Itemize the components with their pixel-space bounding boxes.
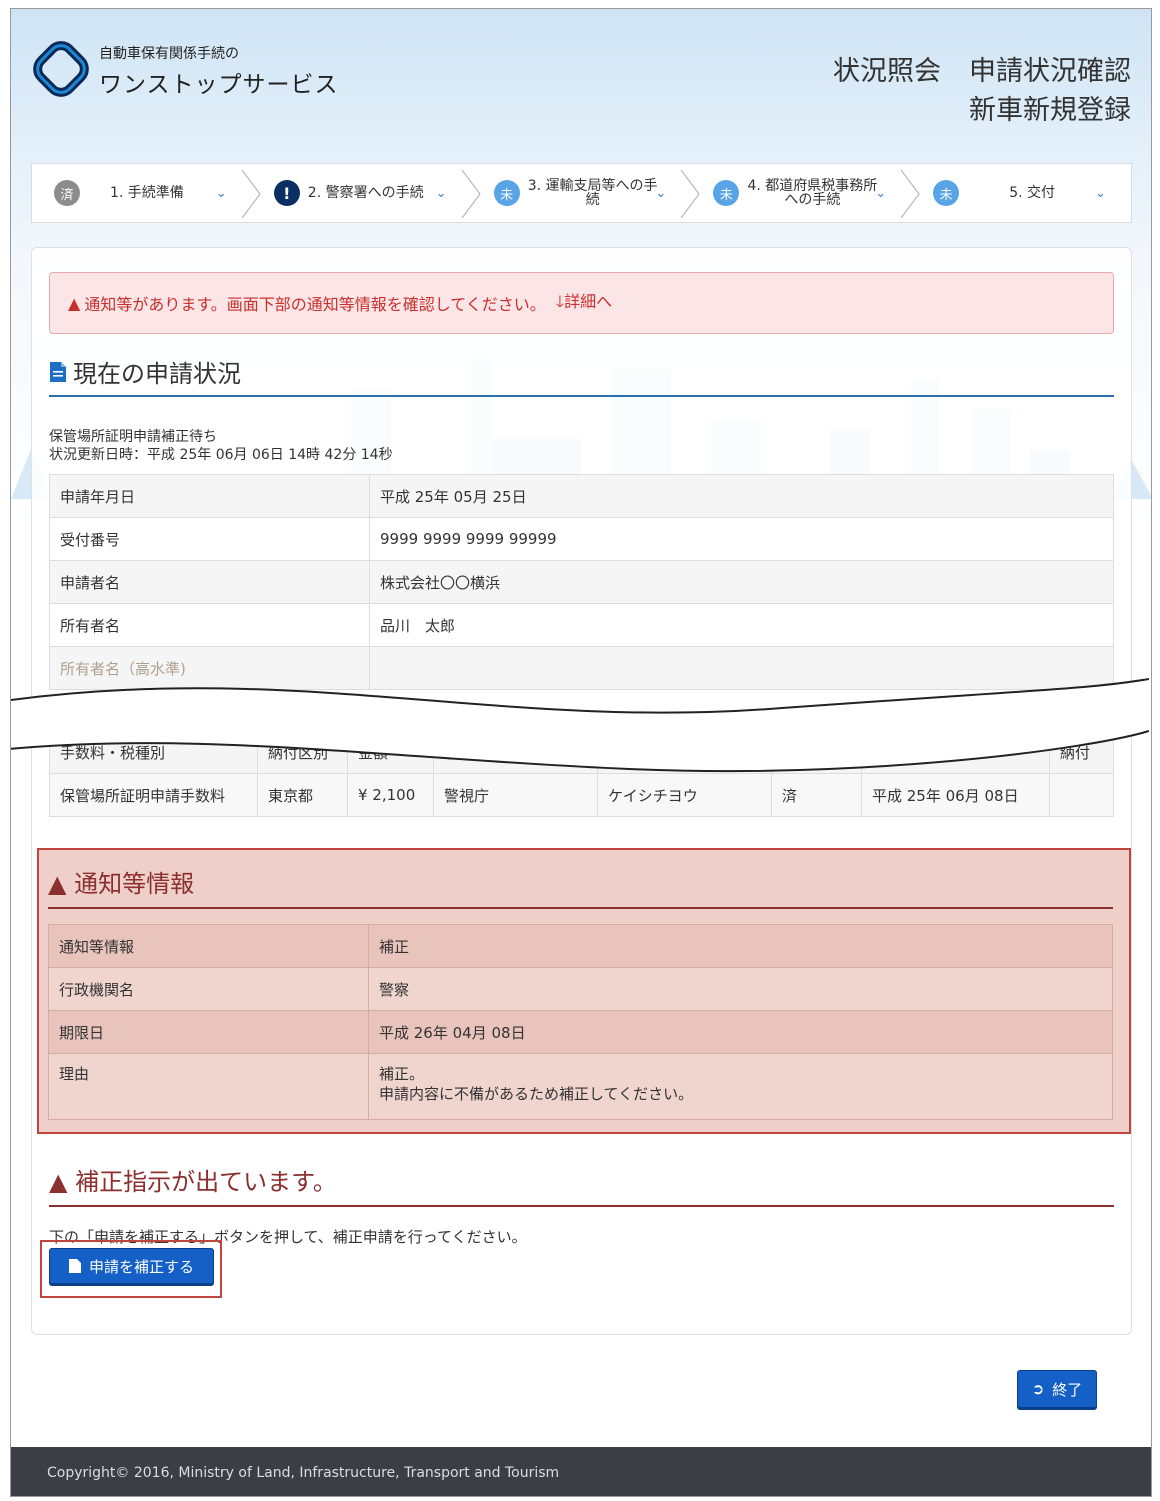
step-label: 1. 手続準備 <box>110 185 184 201</box>
document-icon <box>50 361 66 382</box>
row-key: 所有者名 <box>49 603 370 647</box>
alert-badge-icon: ! <box>273 180 300 206</box>
step-label: 3. 運輸支局等への手続 <box>527 178 658 208</box>
table-row: 所有者名 品川 太郎 <box>49 603 1114 647</box>
row-key: 期限日 <box>48 1010 369 1054</box>
current-status-heading: 現在の申請状況 <box>49 354 1114 397</box>
chevron-down-icon: ⌄ <box>1094 186 1106 201</box>
brand-logo-icon <box>33 41 89 97</box>
end-button-label: 終了 <box>1052 1380 1083 1399</box>
table-row: 申請年月日 平成 25年 05月 25日 <box>49 474 1114 518</box>
alert-message: 通知等があります。画面下部の通知等情報を確認してください。 <box>84 295 546 314</box>
warning-icon: ▲ <box>49 1168 68 1196</box>
row-key: 受付番号 <box>49 517 370 561</box>
table-row: 通知等情報 補正 <box>48 924 1113 968</box>
chevron-down-icon: ⌄ <box>875 186 887 201</box>
fee-cell: 平成 25年 06月 08日 <box>861 773 1050 817</box>
notice-heading: ▲ 通知等情報 <box>48 864 1113 909</box>
row-value: 株式会社〇〇横浜 <box>369 560 1114 604</box>
chevron-down-icon: ⌄ <box>435 186 447 201</box>
notice-title: 通知等情報 <box>74 870 195 898</box>
warning-icon: ▲ <box>48 870 67 898</box>
page-header: 状況照会 申請状況確認 新車新規登録 <box>833 49 1131 127</box>
status-updated: 状況更新日時：平成 25年 06月 06日 14時 42分 14秒 <box>49 447 393 463</box>
header-status: 状況照会 <box>833 56 941 87</box>
fee-row: 保管場所証明申請手数料 東京都 ¥ 2,100 警視庁 ケイシチヨウ 済 平成 … <box>49 773 1114 817</box>
notice-table: 通知等情報 補正 行政機関名 警察 期限日 平成 26年 04月 08日 理由 補正。… <box>48 924 1113 1120</box>
table-row: 期限日 平成 26年 04月 08日 <box>48 1010 1113 1054</box>
correction-heading: ▲ 補正指示が出ています。 <box>49 1162 1114 1207</box>
chevron-down-icon: ⌄ <box>655 186 667 201</box>
header-title: 申請状況確認 <box>969 56 1131 87</box>
table-row: 行政機関名 警察 <box>48 967 1113 1011</box>
details-link[interactable]: 🡓詳細へ <box>556 288 612 318</box>
current-status-title: 現在の申請状況 <box>73 360 241 388</box>
todo-badge: 未 <box>933 180 960 206</box>
step-label: 2. 警察署への手続 <box>307 185 424 201</box>
table-row: 申請者名 株式会社〇〇横浜 <box>49 560 1114 604</box>
footer: Copyright© 2016, Ministry of Land, Infra… <box>11 1447 1151 1496</box>
correct-application-label: 申請を補正する <box>88 1257 194 1276</box>
logout-icon: ➲ <box>1031 1380 1045 1398</box>
table-row: 受付番号 9999 9999 9999 99999 <box>49 517 1114 561</box>
row-key: 行政機関名 <box>48 967 369 1011</box>
step-label: 4. 都道府県税事務所への手続 <box>747 178 878 208</box>
step-label: 5. 交付 <box>1009 185 1055 201</box>
brand-subtitle: 自動車保有関係手続の <box>99 46 239 62</box>
row-value: 品川 太郎 <box>369 603 1114 647</box>
reason-line: 申請内容に不備があるため補正してください。 <box>379 1085 694 1103</box>
table-break-wave <box>11 678 1149 772</box>
status-text: 保管場所証明申請補正待ち <box>49 429 217 445</box>
fee-cell: 警視庁 <box>433 773 598 817</box>
done-badge: 済 <box>54 180 80 206</box>
row-value: 平成 26年 04月 08日 <box>368 1010 1113 1054</box>
end-button[interactable]: ➲ 終了 <box>1017 1370 1097 1408</box>
notice-section: ▲ 通知等情報 通知等情報 補正 行政機関名 警察 期限日 平成 26年 04月 08… <box>37 848 1131 1134</box>
row-value: 補正 <box>368 924 1113 968</box>
todo-badge: 未 <box>713 180 740 206</box>
application-table: 申請年月日 平成 25年 05月 25日 受付番号 9999 9999 9999 9… <box>49 474 1114 690</box>
correct-application-button[interactable]: 申請を補正する <box>49 1248 214 1284</box>
fee-cell: ケイシチヨウ <box>597 773 772 817</box>
fee-cell: 保管場所証明申請手数料 <box>49 773 258 817</box>
fee-cell: 東京都 <box>257 773 348 817</box>
details-link-label: 詳細へ <box>564 292 613 311</box>
fee-cell: ¥ 2,100 <box>347 773 434 817</box>
process-steps: 済 1. 手続準備 ⌄ ! 2. 警察署への手続 ⌄ 未 3. 運輸支局等への手… <box>31 163 1132 223</box>
row-key: 申請者名 <box>49 560 370 604</box>
brand-title: ワンストップサービス <box>99 72 339 98</box>
header-subtitle: 新車新規登録 <box>969 95 1131 126</box>
step-3[interactable]: 未 3. 運輸支局等への手続 ⌄ <box>472 164 701 222</box>
row-value: 警察 <box>368 967 1113 1011</box>
row-value: 平成 25年 05月 25日 <box>369 474 1114 518</box>
reason-line: 補正。 <box>379 1065 425 1083</box>
table-row: 理由 補正。 申請内容に不備があるため補正してください。 <box>48 1053 1113 1120</box>
notice-alert: ▲ 通知等があります。画面下部の通知等情報を確認してください。 🡓詳細へ <box>49 272 1114 334</box>
status-block: 保管場所証明申請補正待ち 状況更新日時：平成 25年 06月 06日 14時 4… <box>49 428 393 464</box>
fee-cell <box>1049 773 1114 817</box>
row-key: 理由 <box>48 1053 369 1120</box>
row-key: 申請年月日 <box>49 474 370 518</box>
step-4[interactable]: 未 4. 都道府県税事務所への手続 ⌄ <box>691 164 920 222</box>
todo-badge: 未 <box>493 180 520 206</box>
row-value: 9999 9999 9999 99999 <box>369 517 1114 561</box>
warning-icon: ▲ <box>68 293 81 313</box>
correction-title: 補正指示が出ています。 <box>75 1168 337 1196</box>
chevron-down-icon: ⌄ <box>215 186 227 201</box>
row-key: 通知等情報 <box>48 924 369 968</box>
main-panel: ▲ 通知等があります。画面下部の通知等情報を確認してください。 🡓詳細へ 現在の… <box>31 247 1132 1335</box>
step-2[interactable]: ! 2. 警察署への手続 ⌄ <box>252 164 481 222</box>
step-1[interactable]: 済 1. 手続準備 ⌄ <box>32 164 261 222</box>
document-icon <box>68 1259 81 1273</box>
step-5[interactable]: 未 5. 交付 ⌄ <box>911 164 1131 222</box>
fee-cell: 済 <box>771 773 862 817</box>
row-value: 補正。 申請内容に不備があるため補正してください。 <box>368 1053 1113 1120</box>
app-frame: 自動車保有関係手続の ワンストップサービス 状況照会 申請状況確認 新車新規登録 <box>10 8 1152 1497</box>
